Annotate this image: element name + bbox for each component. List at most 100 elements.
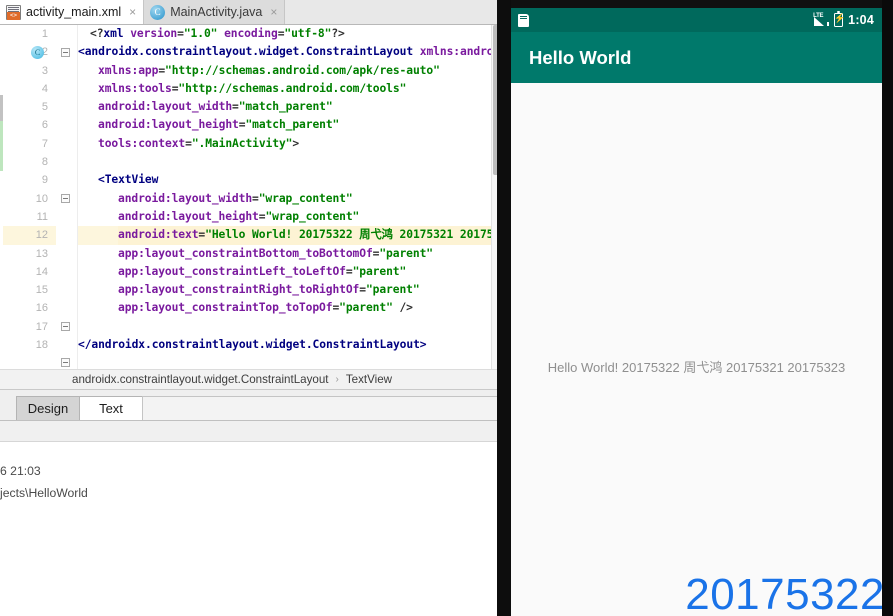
code-line: xmlns:app="http://schemas.android.com/ap… <box>78 62 491 80</box>
code-line-text: android:layout_width="wrap_content" <box>118 191 353 205</box>
code-line-text: xmlns:tools="http://schemas.android.com/… <box>98 81 407 95</box>
device-bezel-left <box>497 0 511 616</box>
code-line-text: android:layout_width="match_parent" <box>98 100 333 114</box>
code-line-text: app:layout_constraintRight_toRightOf="pa… <box>118 283 420 297</box>
class-marker-icon[interactable]: C <box>31 46 44 59</box>
code-line-text: </androidx.constraintlayout.widget.Const… <box>78 338 427 352</box>
tab-text[interactable]: Text <box>79 396 143 420</box>
line-number: 13 <box>35 247 48 260</box>
code-content[interactable]: <?xml version="1.0" encoding="utf-8"?> <… <box>78 25 497 369</box>
line-number: 6 <box>41 119 48 132</box>
editor-tab-mainactivity-java[interactable]: MainActivity.java × <box>144 0 286 24</box>
code-line-text: android:layout_height="match_parent" <box>98 118 340 132</box>
line-number: 15 <box>35 284 48 297</box>
fold-toggle-icon[interactable] <box>61 358 70 367</box>
line-number: 10 <box>35 192 48 205</box>
code-line-text: app:layout_constraintLeft_toLeftOf="pare… <box>118 264 407 278</box>
line-number: 14 <box>35 265 48 278</box>
code-line-text: android:text="Hello World! 20175322 周弋鸿 … <box>118 226 497 245</box>
build-output-line: 6 21:03 <box>0 464 41 478</box>
editor-tab-bar: activity_main.xml × MainActivity.java × <box>0 0 497 25</box>
code-line-text: <TextView <box>98 173 159 187</box>
code-line-text: <androidx.constraintlayout.widget.Constr… <box>78 45 497 59</box>
breadcrumb-item-root[interactable]: androidx.constraintlayout.widget.Constra… <box>72 373 329 386</box>
fold-toggle-icon[interactable] <box>61 194 70 203</box>
code-line: xmlns:tools="http://schemas.android.com/… <box>78 80 491 98</box>
editor-tab-activity-main-xml[interactable]: activity_main.xml × <box>0 0 145 24</box>
signal-triangle <box>814 16 825 26</box>
line-number: 9 <box>41 174 48 187</box>
line-number: 18 <box>35 339 48 352</box>
code-editor[interactable]: 1 2 3 4 5 6 7 8 9 10 11 12 13 14 15 16 1… <box>0 25 497 369</box>
signal-bar <box>827 21 830 26</box>
battery-charging-icon <box>834 11 845 27</box>
build-output-body[interactable]: 6 21:03 jects\HelloWorld <box>0 442 497 616</box>
code-line: android:layout_height="wrap_content" <box>78 208 491 226</box>
code-line: android:layout_width="wrap_content" <box>78 190 491 208</box>
line-number: 3 <box>41 64 48 77</box>
java-class-icon <box>150 4 166 20</box>
close-icon[interactable]: × <box>129 6 136 18</box>
status-bar-right: LTE 1:04 <box>813 11 874 27</box>
editor-tab-label: activity_main.xml <box>26 5 122 19</box>
code-line: <androidx.constraintlayout.widget.Constr… <box>78 43 497 61</box>
close-icon[interactable]: × <box>270 6 277 18</box>
code-line: android:layout_width="match_parent" <box>78 98 491 116</box>
student-id-watermark: 20175322 <box>685 570 882 616</box>
build-output-panel: 6 21:03 jects\HelloWorld <box>0 421 497 616</box>
line-number-gutter: 1 2 3 4 5 6 7 8 9 10 11 12 13 14 15 16 1… <box>3 25 56 369</box>
chevron-right-icon: › <box>335 374 339 385</box>
line-number: 4 <box>41 82 48 95</box>
line-number: 12 <box>35 229 48 242</box>
app-bar-title: Hello World <box>529 46 632 68</box>
fold-toggle-icon[interactable] <box>61 48 70 57</box>
code-fold-column <box>56 25 78 369</box>
breadcrumb-item-leaf[interactable]: TextView <box>346 373 392 386</box>
line-number: 8 <box>41 156 48 169</box>
status-bar-clock: 1:04 <box>848 13 874 27</box>
device-screen: LTE 1:04 Hello World Hello World! 201753… <box>511 8 882 616</box>
code-line: </androidx.constraintlayout.widget.Const… <box>78 336 491 354</box>
editor-tab-label: MainActivity.java <box>170 5 263 19</box>
code-line-text: tools:context=".MainActivity"> <box>98 136 300 150</box>
hello-world-textview: Hello World! 20175322 周弋鸿 20175321 20175… <box>547 360 846 375</box>
screenshot-root: activity_main.xml × MainActivity.java × … <box>0 0 893 616</box>
device-bezel-top <box>497 0 893 8</box>
code-line-text: xmlns:app="http://schemas.android.com/ap… <box>98 63 440 77</box>
fold-toggle-icon[interactable] <box>61 322 70 331</box>
app-content: Hello World! 20175322 周弋鸿 20175321 20175… <box>511 83 882 616</box>
code-line-text: android:layout_height="wrap_content" <box>118 209 360 223</box>
line-number: 7 <box>41 137 48 150</box>
line-number: 11 <box>36 210 48 223</box>
code-line-text: app:layout_constraintBottom_toBottomOf="… <box>118 246 433 260</box>
line-number: 17 <box>35 320 48 333</box>
build-output-header <box>0 421 497 442</box>
ide-panel: activity_main.xml × MainActivity.java × … <box>0 0 497 616</box>
code-line: android:layout_height="match_parent" <box>78 116 491 134</box>
app-bar: Hello World <box>511 32 882 83</box>
code-line-highlighted: android:text="Hello World! 20175322 周弋鸿 … <box>78 226 497 245</box>
code-line-text: <?xml version="1.0" encoding="utf-8"?> <box>90 27 345 40</box>
code-line: tools:context=".MainActivity"> <box>78 135 491 153</box>
android-emulator: LTE 1:04 Hello World Hello World! 201753… <box>497 0 893 616</box>
tab-design[interactable]: Design <box>16 396 80 420</box>
code-line: <?xml version="1.0" encoding="utf-8"?> <box>78 25 491 43</box>
breadcrumb: androidx.constraintlayout.widget.Constra… <box>0 369 497 390</box>
code-line: app:layout_constraintTop_toTopOf="parent… <box>78 299 491 317</box>
tab-bar-filler <box>142 396 497 420</box>
xml-file-icon <box>6 4 21 20</box>
build-output-line: jects\HelloWorld <box>0 486 88 500</box>
lte-signal-icon: LTE <box>813 13 830 27</box>
code-line: <TextView <box>78 171 491 189</box>
code-line: app:layout_constraintLeft_toLeftOf="pare… <box>78 263 491 281</box>
code-line: app:layout_constraintRight_toRightOf="pa… <box>78 281 491 299</box>
line-number: 5 <box>41 101 48 114</box>
device-bezel-right <box>882 0 893 616</box>
code-line-text: app:layout_constraintTop_toTopOf="parent… <box>118 301 413 315</box>
status-bar: LTE 1:04 <box>511 8 882 32</box>
sim-card-icon <box>518 13 529 27</box>
design-text-tab-bar: Design Text <box>0 390 497 421</box>
line-number: 1 <box>41 28 48 40</box>
